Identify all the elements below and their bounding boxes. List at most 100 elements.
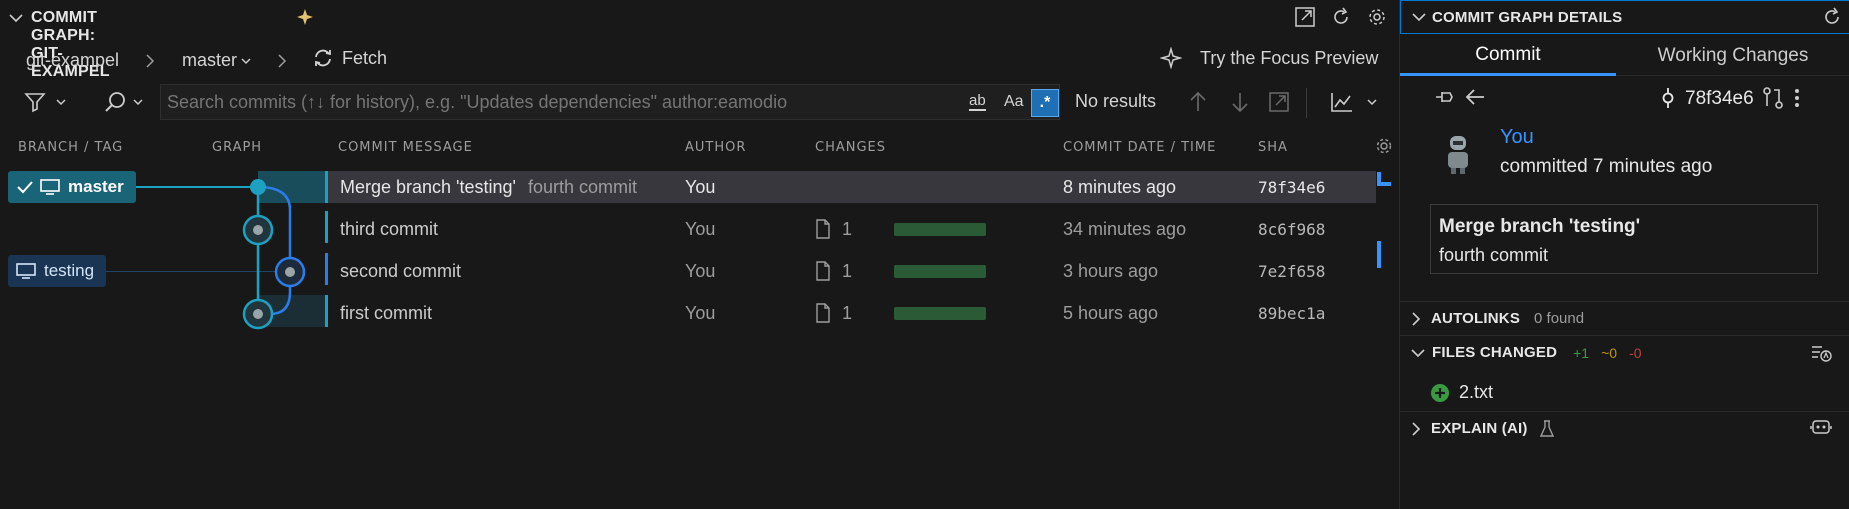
autolinks-label: AUTOLINKS — [1431, 310, 1521, 327]
commit-sha[interactable]: 78f34e6 — [1258, 171, 1325, 203]
files-changed-section[interactable]: FILES CHANGED +1 ~0 -0 — [1400, 335, 1849, 369]
files-modified-count: ~0 — [1601, 344, 1618, 361]
fetch-button[interactable]: Fetch — [312, 47, 387, 69]
filter-icon[interactable] — [24, 91, 46, 113]
explain-section[interactable]: EXPLAIN (AI) — [1400, 411, 1849, 445]
autolinks-count: 0 found — [1534, 310, 1585, 327]
chevron-down-icon[interactable] — [1366, 97, 1378, 107]
match-whole-word-toggle[interactable]: ab — [969, 93, 986, 111]
arrow-up-icon[interactable] — [1188, 90, 1208, 114]
row-marker — [325, 253, 328, 285]
commit-message-title: Merge branch 'testing' — [1439, 216, 1641, 237]
arrow-left-icon[interactable] — [1464, 87, 1486, 107]
file-item[interactable]: 2.txt — [1430, 382, 1493, 403]
details-header[interactable]: COMMIT GRAPH DETAILS — [1400, 0, 1849, 34]
files-changed-label: FILES CHANGED — [1432, 344, 1558, 361]
changes-count: 1 — [842, 218, 853, 239]
commit-sha[interactable]: 89bec1a — [1258, 293, 1325, 333]
commit-message: Merge branch 'testing' fourth commit — [340, 171, 637, 203]
search-box: ab Aa .* — [160, 84, 1060, 120]
scroll-marker — [1377, 241, 1381, 268]
compare-icon[interactable] — [1762, 86, 1784, 110]
files-deleted-count: -0 — [1629, 344, 1642, 361]
tab-working-label: Working Changes — [1657, 44, 1809, 66]
commit-author: You — [685, 260, 716, 281]
breadcrumb-repo[interactable]: git-exampel — [26, 50, 119, 71]
arrow-down-icon[interactable] — [1230, 90, 1250, 114]
toolbar-divider — [1306, 88, 1307, 118]
chevron-right-icon — [1410, 421, 1422, 437]
commit-sha[interactable]: 8c6f968 — [1258, 209, 1325, 249]
search-results-count: No results — [1075, 91, 1157, 111]
commit-author: You — [685, 302, 716, 323]
file-icon — [815, 261, 831, 281]
column-header-message[interactable]: COMMIT MESSAGE — [338, 140, 473, 155]
column-header-graph[interactable]: GRAPH — [212, 140, 262, 155]
tab-commit-label: Commit — [1475, 43, 1541, 65]
more-actions-icon[interactable] — [1793, 87, 1801, 109]
minimap-chart-icon[interactable] — [1330, 91, 1354, 113]
gear-icon[interactable] — [1366, 6, 1388, 28]
autolinks-section[interactable]: AUTOLINKS 0 found — [1400, 301, 1849, 335]
commit-message-body: fourth commit — [527, 176, 637, 197]
regex-toggle[interactable]: .* — [1031, 89, 1059, 117]
match-case-toggle[interactable]: Aa — [1004, 93, 1024, 111]
chevron-down-icon[interactable] — [1411, 11, 1427, 23]
avatar[interactable] — [1442, 132, 1474, 176]
column-header-date[interactable]: COMMIT DATE / TIME — [1063, 140, 1216, 155]
commit-author: You — [685, 218, 716, 239]
robot-icon — [253, 225, 263, 235]
sparkle-icon — [295, 7, 315, 27]
chevron-right-icon — [276, 53, 288, 69]
chevron-down-icon[interactable] — [8, 12, 24, 24]
view-as-tree-icon[interactable] — [1810, 343, 1832, 363]
author-link[interactable]: You — [1500, 126, 1534, 149]
refresh-icon[interactable] — [1330, 6, 1352, 28]
commit-details-panel: COMMIT GRAPH DETAILS Commit Working Chan… — [1399, 0, 1849, 509]
fetch-label: Fetch — [342, 47, 388, 68]
commit-message-title: Merge branch 'testing' — [340, 176, 516, 197]
details-title: COMMIT GRAPH DETAILS — [1432, 9, 1623, 26]
sparkle-icon — [1160, 47, 1182, 69]
commit-date: 3 hours ago — [1063, 260, 1159, 281]
changes-bar — [894, 307, 986, 320]
commit-message: first commit — [340, 302, 432, 323]
tab-commit[interactable]: Commit — [1400, 36, 1616, 76]
column-header-sha[interactable]: SHA — [1258, 140, 1288, 155]
commit-graph-panel: COMMIT GRAPH: GIT-EXAMPEL git-exampel ma… — [0, 0, 1398, 509]
changes-bar — [894, 265, 986, 278]
file-icon — [815, 303, 831, 323]
search-icon[interactable] — [103, 90, 127, 114]
refresh-icon[interactable] — [1821, 6, 1843, 28]
column-header-author[interactable]: AUTHOR — [685, 140, 746, 155]
changes-count: 1 — [842, 302, 853, 323]
copilot-icon[interactable] — [1810, 418, 1832, 438]
file-name: 2.txt — [1459, 382, 1494, 402]
column-header-changes[interactable]: CHANGES — [815, 140, 886, 155]
commit-message-body: fourth commit — [1439, 245, 1549, 265]
open-in-editor-icon[interactable] — [1294, 6, 1316, 28]
chevron-down-icon[interactable] — [55, 97, 67, 107]
chevron-down-icon[interactable] — [240, 56, 252, 66]
details-sha[interactable]: 78f34e6 — [1685, 88, 1754, 110]
commit-author: You — [685, 176, 716, 197]
focus-preview-button[interactable]: Try the Focus Preview — [1160, 47, 1378, 69]
chevron-down-icon[interactable] — [132, 97, 144, 107]
column-header-branch[interactable]: BRANCH / TAG — [18, 140, 123, 155]
commit-sha[interactable]: 7e2f658 — [1258, 251, 1325, 291]
changes-bar — [894, 223, 986, 236]
commit-node[interactable] — [250, 179, 266, 195]
graph-line-testing — [257, 185, 292, 316]
sync-icon — [312, 47, 334, 69]
search-input[interactable] — [167, 87, 947, 117]
gear-icon[interactable] — [1374, 136, 1394, 156]
tab-working-changes[interactable]: Working Changes — [1616, 36, 1849, 76]
breadcrumb-branch[interactable]: master — [182, 50, 237, 71]
chevron-right-icon — [1410, 311, 1422, 327]
pin-icon[interactable] — [1434, 87, 1458, 107]
explain-label: EXPLAIN (AI) — [1431, 420, 1528, 437]
open-results-icon[interactable] — [1268, 91, 1290, 113]
robot-icon — [285, 267, 295, 277]
row-marker — [325, 171, 328, 203]
file-added-icon — [1430, 383, 1450, 403]
